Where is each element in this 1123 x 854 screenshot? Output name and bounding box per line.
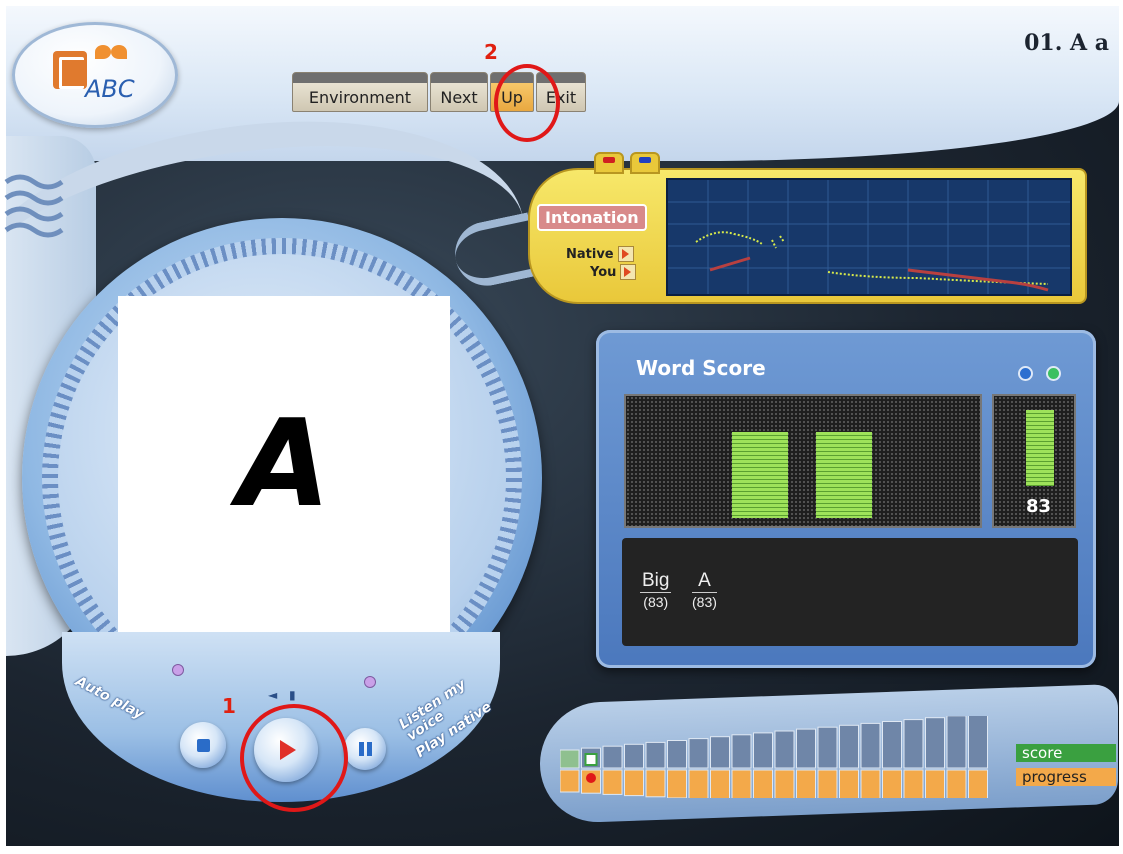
pause-button[interactable] bbox=[344, 728, 386, 770]
red-knob-icon bbox=[594, 152, 624, 174]
progress-cell bbox=[645, 769, 666, 798]
you-row: You bbox=[590, 264, 637, 280]
butterfly-wing-icon bbox=[111, 45, 127, 59]
current-score-marker bbox=[584, 753, 598, 766]
progress-label: progress bbox=[1016, 768, 1116, 786]
progress-cell bbox=[925, 769, 945, 798]
word-text: A bbox=[692, 570, 717, 593]
native-row: Native bbox=[566, 246, 634, 262]
progress-cell bbox=[753, 769, 773, 798]
score-progress-grid bbox=[560, 716, 988, 798]
score-cell bbox=[753, 732, 773, 769]
score-cell bbox=[839, 724, 859, 769]
score-cell bbox=[688, 738, 709, 769]
progress-cell bbox=[560, 769, 580, 793]
marker-1-label: 1 bbox=[222, 694, 236, 718]
logo-box-icon bbox=[53, 51, 87, 89]
word-score-bar bbox=[816, 432, 872, 518]
progress-cell bbox=[667, 769, 687, 798]
word-score-bar bbox=[732, 432, 788, 518]
progress-dot-right bbox=[364, 676, 376, 688]
score-cell bbox=[731, 734, 752, 769]
word-text: Big bbox=[640, 570, 672, 593]
abc-logo: ABC bbox=[12, 22, 178, 128]
current-progress-dot bbox=[586, 773, 596, 783]
progress-cell bbox=[774, 769, 795, 798]
butterfly-icon bbox=[95, 45, 111, 59]
speaker-icon: ◄ ▮ bbox=[268, 688, 300, 702]
score-cell bbox=[667, 740, 687, 769]
score-cell bbox=[796, 728, 816, 769]
progress-cell bbox=[860, 769, 881, 798]
word-score-title: Word Score bbox=[636, 356, 766, 380]
green-led-icon bbox=[1046, 366, 1061, 381]
stop-icon bbox=[196, 738, 210, 752]
score-cell bbox=[882, 721, 902, 769]
progress-cell bbox=[946, 769, 967, 798]
blue-knob-icon bbox=[630, 152, 660, 174]
progress-cell bbox=[688, 769, 709, 798]
word-score: (83) bbox=[643, 594, 669, 610]
marker-2-label: 2 bbox=[484, 40, 498, 64]
native-play-icon[interactable] bbox=[617, 246, 634, 262]
word-item: Big (83) bbox=[640, 570, 672, 611]
score-cell bbox=[946, 716, 967, 769]
progress-dot-left bbox=[172, 664, 184, 676]
word-score-bars bbox=[624, 394, 982, 528]
score-cell bbox=[560, 749, 580, 769]
progress-cell bbox=[602, 769, 623, 795]
next-button[interactable]: Next bbox=[430, 72, 488, 112]
progress-cell bbox=[796, 769, 816, 798]
progress-cell bbox=[710, 769, 730, 798]
progress-cell bbox=[817, 769, 838, 798]
native-label: Native bbox=[566, 246, 614, 262]
score-cell bbox=[968, 716, 988, 769]
score-cell bbox=[645, 741, 666, 769]
sound-waves-icon bbox=[4, 174, 64, 238]
intonation-graph bbox=[666, 178, 1072, 296]
overall-score-bar bbox=[1026, 410, 1054, 486]
score-cell bbox=[774, 730, 795, 769]
overall-score-value: 83 bbox=[1026, 496, 1052, 517]
stop-button[interactable] bbox=[180, 722, 226, 768]
up-highlight-ring bbox=[494, 64, 560, 142]
word-list-panel bbox=[622, 538, 1078, 646]
score-cell bbox=[710, 736, 730, 769]
score-cell bbox=[624, 743, 644, 769]
blue-led-icon bbox=[1018, 366, 1033, 381]
flashcard-display: A bbox=[118, 296, 450, 632]
score-cell bbox=[903, 719, 924, 769]
score-label: score bbox=[1016, 744, 1116, 762]
logo-text: ABC bbox=[85, 75, 135, 103]
flashcard-letter: A bbox=[237, 394, 331, 534]
score-cell bbox=[602, 745, 623, 769]
environment-button[interactable]: Environment bbox=[292, 72, 428, 112]
progress-cell bbox=[968, 769, 988, 798]
you-play-icon[interactable] bbox=[620, 264, 637, 280]
progress-cell bbox=[731, 769, 752, 798]
score-cell bbox=[817, 726, 838, 769]
progress-cell bbox=[882, 769, 902, 798]
you-label: You bbox=[590, 264, 617, 280]
score-cell bbox=[860, 722, 881, 769]
progress-cell bbox=[903, 769, 924, 798]
progress-cell bbox=[624, 769, 644, 797]
progress-cell bbox=[839, 769, 859, 798]
word-item: A (83) bbox=[692, 570, 717, 611]
you-pitch-curve bbox=[709, 256, 1049, 292]
lesson-title: 01. A a bbox=[1024, 30, 1109, 56]
word-score: (83) bbox=[692, 594, 717, 610]
intonation-label: Intonation bbox=[537, 204, 647, 231]
score-cell bbox=[925, 717, 945, 769]
pause-icon bbox=[358, 742, 372, 756]
play-highlight-ring bbox=[240, 704, 348, 812]
